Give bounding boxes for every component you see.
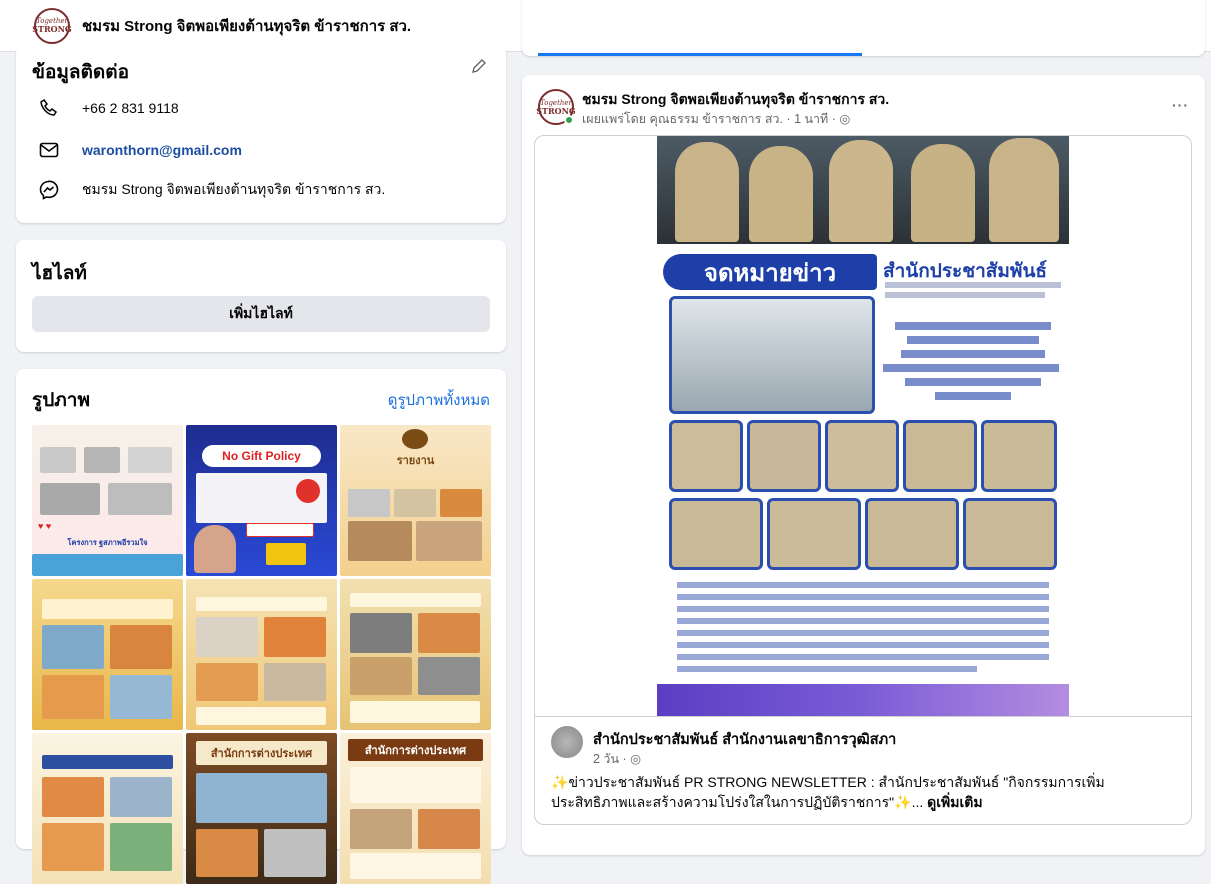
photos-heading: รูปภาพ	[32, 390, 90, 411]
post-meta-text: เผยแพร่โดย คุณธรรม ข้าราชการ สว. · 1 นาท…	[582, 112, 836, 126]
ellipsis: ...	[911, 794, 924, 810]
photo-thumbnail[interactable]: สำนักการต่างประเทศ	[340, 733, 491, 884]
photo-caption: โครงการ ฐสภาพอีรวมใจ	[67, 538, 148, 547]
post-more-button[interactable]: ···	[1172, 97, 1189, 113]
photo-thumbnail[interactable]: รายงาน	[340, 425, 491, 576]
photo-caption: รายงาน	[396, 455, 435, 467]
globe-icon: ◎	[839, 112, 851, 126]
feed-post: Together STRONG ชมรม Strong จิตพอเพียงต้…	[522, 75, 1205, 855]
sparkle-icon: ✨	[551, 774, 569, 790]
globe-icon: ◎	[630, 752, 642, 766]
messenger-icon	[38, 179, 60, 201]
photo-thumbnail[interactable]: สำนักการต่างประเทศ	[186, 733, 337, 884]
phone-icon	[38, 97, 60, 119]
photo-thumbnail[interactable]: No Gift Policy	[186, 425, 337, 576]
shared-post-text: ✨ข่าวประชาสัมพันธ์ PR STRONG NEWSLETTER …	[551, 772, 1181, 812]
photo-grid: ♥ ♥ โครงการ ฐสภาพอีรวมใจ No Gift Policy …	[32, 425, 491, 884]
messenger-name[interactable]: ชมรม Strong จิตพอเพียงต้านทุจริต ข้าราชก…	[82, 179, 385, 201]
email-icon	[38, 139, 60, 161]
logo-text-bottom: STRONG	[536, 105, 576, 116]
photo-thumbnail[interactable]: ♥ ♥ โครงการ ฐสภาพอีรวมใจ	[32, 425, 183, 576]
post-author-name[interactable]: ชมรม Strong จิตพอเพียงต้านทุจริต ข้าราชก…	[582, 89, 889, 111]
post-meta: เผยแพร่โดย คุณธรรม ข้าราชการ สว. · 1 นาท…	[582, 109, 850, 129]
contact-info-card: ข้อมูลติดต่อ +66 2 831 9118 waronthorn@g…	[16, 45, 506, 223]
logo-text-bottom: STRONG	[32, 24, 72, 34]
see-more-link[interactable]: ดูเพิ่มเติม	[927, 794, 982, 810]
page-title: ชมรม Strong จิตพอเพียงต้านทุจริต ข้าราชก…	[82, 17, 412, 35]
previous-post-bottom	[522, 0, 1205, 56]
photo-thumbnail[interactable]	[32, 579, 183, 730]
newsletter-image[interactable]: จดหมายข่าว สำนักประชาสัมพันธ์	[657, 136, 1069, 716]
shared-post[interactable]: จดหมายข่าว สำนักประชาสัมพันธ์ สำนักประชา…	[534, 135, 1192, 825]
contact-phone-row: +66 2 831 9118	[38, 97, 179, 119]
email-link[interactable]: waronthorn@gmail.com	[82, 142, 242, 158]
progress-bar	[538, 53, 862, 56]
see-all-photos-link[interactable]: ดูรูปภาพทั้งหมด	[388, 388, 490, 412]
shared-post-meta: 2 วัน · ◎	[593, 749, 641, 769]
shared-author-avatar[interactable]	[551, 726, 583, 758]
page-logo[interactable]: Together STRONG	[32, 7, 72, 44]
online-status-dot	[564, 115, 574, 125]
contact-email-row: waronthorn@gmail.com	[38, 139, 242, 161]
contact-messenger-row: ชมรม Strong จิตพอเพียงต้านทุจริต ข้าราชก…	[38, 179, 385, 201]
contact-heading: ข้อมูลติดต่อ	[32, 62, 129, 83]
shared-author-name[interactable]: สำนักประชาสัมพันธ์ สำนักงานเลขาธิการวุฒิ…	[593, 728, 896, 751]
highlights-card: ไฮไลท์ เพิ่มไฮไลท์	[16, 240, 506, 352]
photo-caption: สำนักการต่างประเทศ	[210, 748, 313, 760]
newsletter-banner: จดหมายข่าว	[663, 254, 877, 290]
photo-thumbnail[interactable]	[32, 733, 183, 884]
sparkle-icon: ✨	[894, 794, 912, 810]
photo-caption: สำนักการต่างประเทศ	[364, 745, 467, 757]
photo-thumbnail[interactable]	[186, 579, 337, 730]
photos-card: รูปภาพ ดูรูปภาพทั้งหมด ♥ ♥ โครงการ ฐสภาพ…	[16, 369, 506, 884]
photo-thumbnail[interactable]	[340, 579, 491, 730]
shared-text-body: ข่าวประชาสัมพันธ์ PR STRONG NEWSLETTER :…	[551, 774, 1105, 810]
photo-caption: No Gift Policy	[222, 449, 301, 463]
shared-meta-text: 2 วัน ·	[593, 752, 627, 766]
phone-number: +66 2 831 9118	[82, 100, 179, 116]
highlights-heading: ไฮไลท์	[32, 263, 87, 284]
divider	[535, 716, 1191, 717]
edit-pencil-icon[interactable]	[470, 57, 488, 80]
add-highlight-button[interactable]: เพิ่มไฮไลท์	[32, 296, 490, 332]
